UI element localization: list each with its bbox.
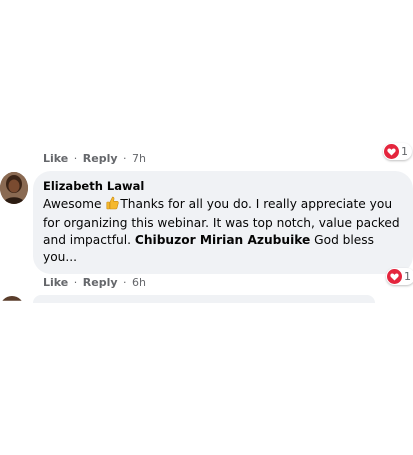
comment-actions: Like · Reply · 6h <box>43 276 146 289</box>
thumbs-up-icon <box>106 196 120 215</box>
reaction-badge[interactable]: 1 <box>383 143 412 160</box>
separator: · <box>73 276 78 289</box>
avatar[interactable] <box>0 296 24 301</box>
comment-text: Awesome Thanks for all you do. I really … <box>43 196 403 266</box>
separator: · <box>123 276 127 289</box>
comment-author[interactable]: Elizabeth Lawal <box>43 179 403 193</box>
reply-link[interactable]: Reply <box>83 152 118 165</box>
like-link[interactable]: Like <box>43 276 68 289</box>
separator: · <box>73 152 78 165</box>
like-link[interactable]: Like <box>43 152 68 165</box>
comment-text-part: Awesome <box>43 197 106 211</box>
reaction-count: 1 <box>404 270 411 283</box>
heart-icon <box>384 144 399 159</box>
separator: · <box>123 152 127 165</box>
comment-bubble: Elizabeth Lawal Awesome Thanks for all y… <box>33 171 413 274</box>
reaction-count: 1 <box>401 145 408 158</box>
comment-bubble <box>33 295 375 303</box>
avatar[interactable] <box>0 172 28 204</box>
reply-link[interactable]: Reply <box>83 276 118 289</box>
comment-timestamp[interactable]: 7h <box>132 152 146 165</box>
reaction-badge[interactable]: 1 <box>386 268 413 285</box>
comment-timestamp[interactable]: 6h <box>132 276 146 289</box>
comment-actions-previous: Like · Reply · 7h <box>43 152 146 165</box>
mention-link[interactable]: Chibuzor Mirian Azubuike <box>135 233 310 247</box>
heart-icon <box>387 269 402 284</box>
